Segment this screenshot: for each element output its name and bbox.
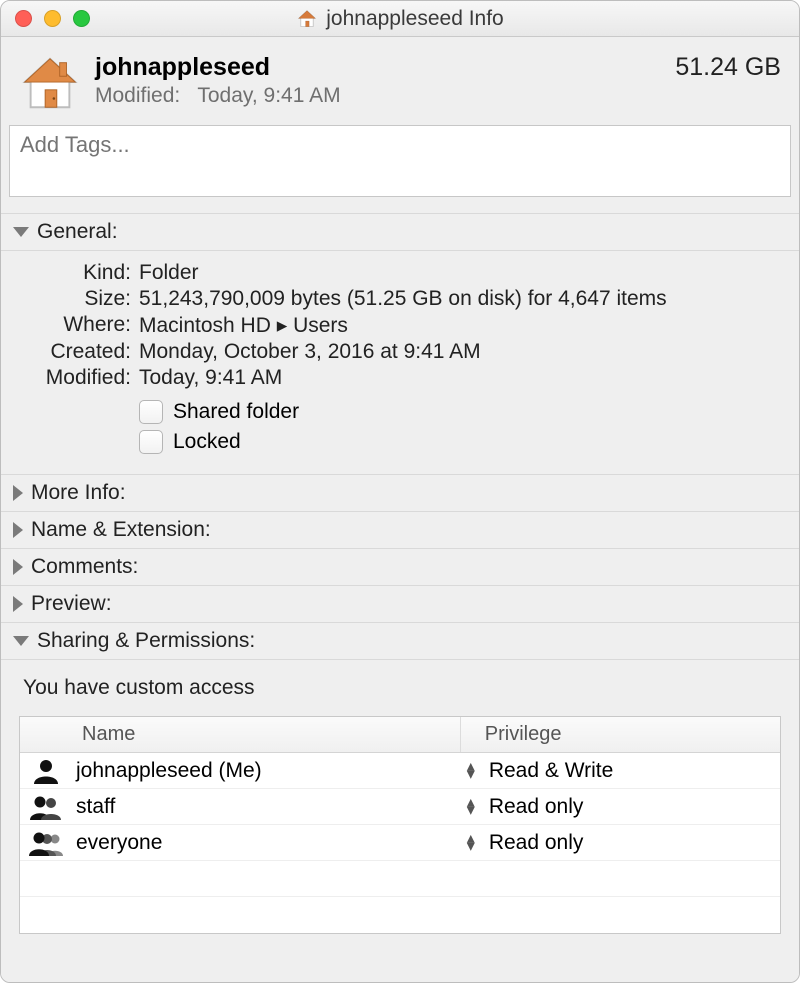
kind-label: Kind:	[19, 261, 131, 285]
user-icon	[20, 794, 72, 820]
locked-checkbox[interactable]	[139, 430, 163, 454]
section-general-label: General:	[37, 220, 118, 244]
item-modified: Modified: Today, 9:41 AM	[95, 84, 675, 108]
section-sharing-label: Sharing & Permissions:	[37, 629, 255, 653]
disclosure-triangle-icon	[13, 522, 23, 538]
tags-input[interactable]	[9, 125, 791, 197]
privilege-value: Read only	[489, 831, 584, 855]
table-row-empty	[20, 897, 780, 933]
modified-value: Today, 9:41 AM	[197, 84, 340, 107]
section-name-ext-label: Name & Extension:	[31, 518, 211, 542]
user-icon	[20, 758, 72, 784]
section-name-extension[interactable]: Name & Extension:	[1, 512, 799, 549]
header: johnappleseed Modified: Today, 9:41 AM 5…	[1, 37, 799, 125]
modified-label: Modified:	[95, 84, 180, 107]
minimize-button[interactable]	[44, 10, 61, 27]
general-body: Kind: Folder Size: 51,243,790,009 bytes (5…	[1, 251, 799, 475]
modified-value: Today, 9:41 AM	[139, 366, 781, 390]
disclosure-triangle-icon	[13, 636, 29, 646]
size-label: Size:	[19, 287, 131, 311]
col-privilege: Privilege	[461, 717, 780, 752]
stepper-icon: ▴▾	[467, 835, 475, 851]
disclosure-triangle-icon	[13, 596, 23, 612]
perm-name: johnappleseed (Me)	[72, 759, 461, 783]
perm-name: staff	[72, 795, 461, 819]
disclosure-triangle-icon	[13, 559, 23, 575]
privilege-value: Read & Write	[489, 759, 614, 783]
home-folder-icon	[296, 8, 318, 30]
perm-name: everyone	[72, 831, 461, 855]
table-row[interactable]: johnappleseed (Me) ▴▾ Read & Write	[20, 753, 780, 789]
sharing-body: You have custom access Name Privilege jo…	[1, 660, 799, 982]
access-note: You have custom access	[23, 676, 781, 700]
disclosure-triangle-icon	[13, 227, 29, 237]
titlebar: johnappleseed Info	[1, 1, 799, 37]
section-general[interactable]: General:	[1, 213, 799, 251]
section-sharing[interactable]: Sharing & Permissions:	[1, 623, 799, 660]
locked-label: Locked	[173, 430, 241, 454]
zoom-button[interactable]	[73, 10, 90, 27]
info-window: johnappleseed Info johnappleseed Modifie…	[0, 0, 800, 983]
window-title: johnappleseed Info	[326, 7, 504, 31]
section-more-info[interactable]: More Info:	[1, 475, 799, 512]
disclosure-triangle-icon	[13, 485, 23, 501]
table-row[interactable]: staff ▴▾ Read only	[20, 789, 780, 825]
table-header: Name Privilege	[20, 717, 780, 753]
privilege-select[interactable]: ▴▾ Read only	[461, 831, 780, 855]
privilege-select[interactable]: ▴▾ Read & Write	[461, 759, 780, 783]
where-label: Where:	[19, 313, 131, 338]
size-value: 51,243,790,009 bytes (51.25 GB on disk) …	[139, 287, 781, 311]
section-comments[interactable]: Comments:	[1, 549, 799, 586]
table-row-empty	[20, 861, 780, 897]
created-value: Monday, October 3, 2016 at 9:41 AM	[139, 340, 781, 364]
section-preview-label: Preview:	[31, 592, 112, 616]
collapsed-sections: More Info: Name & Extension: Comments: P…	[1, 475, 799, 623]
privilege-value: Read only	[489, 795, 584, 819]
table-row[interactable]: everyone ▴▾ Read only	[20, 825, 780, 861]
stepper-icon: ▴▾	[467, 799, 475, 815]
section-more-info-label: More Info:	[31, 481, 126, 505]
section-preview[interactable]: Preview:	[1, 586, 799, 623]
permissions-table: Name Privilege johnappleseed (Me) ▴▾ Read …	[19, 716, 781, 934]
created-label: Created:	[19, 340, 131, 364]
where-value: Macintosh HD ▸ Users	[139, 313, 781, 338]
tags-area	[1, 125, 799, 213]
close-button[interactable]	[15, 10, 32, 27]
privilege-select[interactable]: ▴▾ Read only	[461, 795, 780, 819]
window-controls	[15, 10, 90, 27]
col-name: Name	[20, 717, 461, 752]
user-icon	[20, 830, 72, 856]
shared-folder-label: Shared folder	[173, 400, 299, 424]
item-name: johnappleseed	[95, 53, 675, 82]
stepper-icon: ▴▾	[467, 763, 475, 779]
shared-folder-checkbox[interactable]	[139, 400, 163, 424]
modified-label: Modified:	[19, 366, 131, 390]
folder-home-icon	[19, 53, 81, 115]
item-size: 51.24 GB	[675, 53, 781, 82]
kind-value: Folder	[139, 261, 781, 285]
section-comments-label: Comments:	[31, 555, 138, 579]
